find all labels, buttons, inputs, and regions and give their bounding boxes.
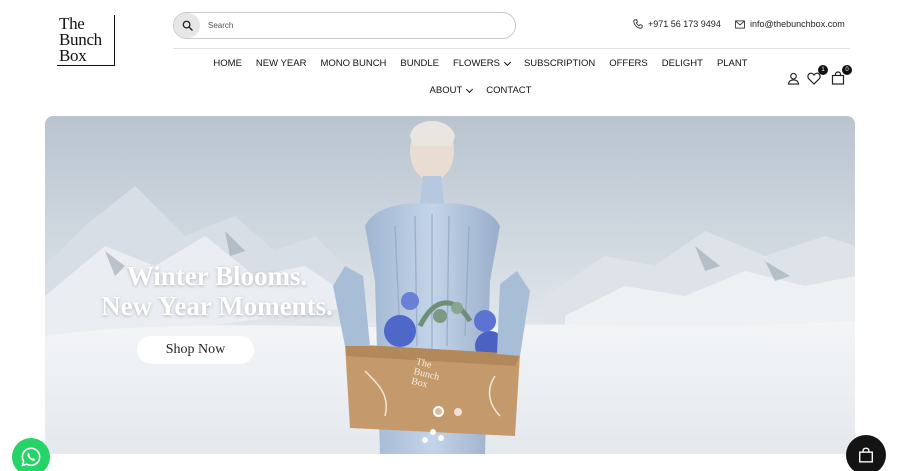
cart-count-badge: 0 [842, 65, 852, 75]
nav-label: FLOWERS [452, 58, 500, 69]
nav-label: CONTACT [486, 85, 532, 96]
wishlist-count-badge: 1 [818, 65, 828, 75]
nav-label: MONO BUNCH [320, 58, 387, 69]
whatsapp-icon [21, 447, 41, 467]
hero-headline-line-2: New Year Moments. [101, 291, 333, 321]
hero-headline: Winter Blooms. New Year Moments. [77, 261, 357, 321]
shop-now-button[interactable]: Shop Now [137, 336, 254, 364]
chevron-down-icon [503, 58, 511, 67]
cart-button[interactable]: 0 [830, 65, 852, 86]
logo-text: The Bunch Box [59, 15, 102, 65]
nav-item-bundle[interactable]: BUNDLE [393, 58, 446, 70]
email-address: info@thebunchbox.com [750, 19, 845, 29]
nav-item-about[interactable]: ABOUT [423, 85, 480, 97]
nav-item-flowers[interactable]: FLOWERS [446, 58, 517, 70]
slider-dot-2[interactable] [454, 407, 462, 416]
nav-item-new-year[interactable]: NEW YEAR [249, 58, 314, 70]
mail-icon [735, 19, 745, 29]
hero-banner: The Bunch Box Winter Blooms. New Year Mo… [45, 116, 855, 454]
nav-label: OFFERS [609, 58, 648, 69]
account-button[interactable] [785, 70, 801, 86]
slider-dots [433, 406, 462, 417]
logo[interactable]: The Bunch Box [57, 15, 115, 66]
nav-item-subscription[interactable]: SUBSCRIPTION [517, 58, 602, 70]
user-icon [787, 72, 799, 85]
main-nav: HOME NEW YEAR MONO BUNCH BUNDLE FLOWERS … [188, 58, 773, 97]
nav-item-plant[interactable]: PLANT [710, 58, 755, 70]
logo-line-3: Box [59, 46, 87, 65]
nav-label: NEW YEAR [255, 58, 307, 69]
search-icon [182, 20, 193, 31]
phone-contact[interactable]: +971 56 173 9494 [633, 19, 721, 29]
nav-item-mono-bunch[interactable]: MONO BUNCH [313, 58, 393, 70]
nav-item-home[interactable]: HOME [206, 58, 249, 70]
phone-number: +971 56 173 9494 [648, 19, 721, 29]
search-bar [173, 12, 516, 39]
phone-icon [633, 19, 643, 29]
slider-dot-1[interactable] [433, 406, 444, 417]
whatsapp-chat-button[interactable] [12, 438, 50, 471]
shopping-bag-icon [859, 447, 873, 463]
nav-label: HOME [213, 58, 242, 69]
nav-label: SUBSCRIPTION [523, 58, 596, 69]
search-button[interactable] [174, 13, 200, 38]
floating-cart-button[interactable] [846, 435, 886, 471]
wishlist-button[interactable]: 1 [806, 65, 828, 86]
nav-label: ABOUT [429, 85, 463, 96]
nav-label: DELIGHT [661, 58, 703, 69]
nav-item-delight[interactable]: DELIGHT [655, 58, 710, 70]
search-input[interactable] [208, 21, 498, 30]
header-divider [173, 48, 850, 49]
nav-item-contact[interactable]: CONTACT [479, 85, 538, 97]
nav-label: PLANT [716, 58, 748, 69]
email-contact[interactable]: info@thebunchbox.com [735, 19, 845, 29]
nav-label: BUNDLE [400, 58, 439, 69]
chevron-down-icon [466, 85, 474, 94]
hero-headline-line-1: Winter Blooms. [126, 261, 308, 291]
nav-item-offers[interactable]: OFFERS [602, 58, 655, 70]
